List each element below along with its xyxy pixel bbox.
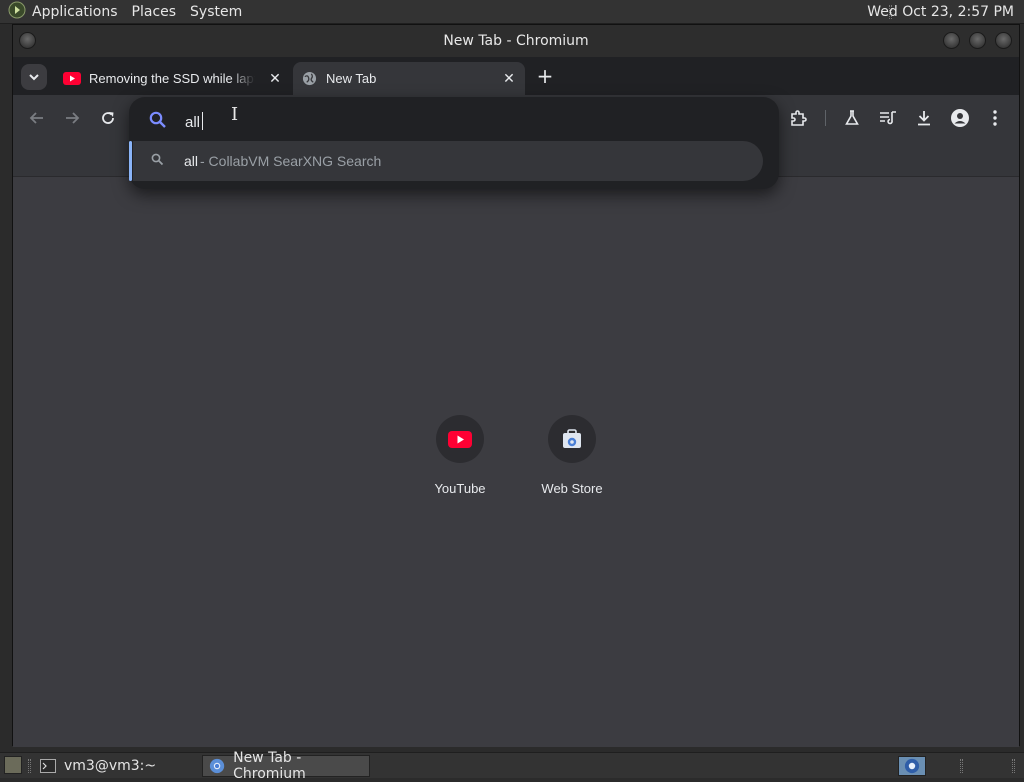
arrow-left-icon	[29, 112, 43, 124]
reload-icon	[102, 112, 114, 124]
puzzle-icon	[791, 110, 807, 126]
menu-places[interactable]: Places	[132, 4, 177, 20]
shortcut-label: YouTube	[434, 481, 486, 496]
profile-button[interactable]	[948, 106, 972, 130]
menu-applications[interactable]: Applications	[8, 1, 118, 23]
chevron-down-icon	[29, 74, 39, 81]
show-desktop-button[interactable]	[4, 756, 22, 774]
menu-system[interactable]: System	[190, 4, 242, 20]
youtube-icon	[448, 430, 472, 448]
chromium-icon	[904, 758, 920, 774]
globe-icon	[302, 71, 317, 86]
minimize-button[interactable]	[943, 32, 960, 49]
flask-icon	[845, 110, 859, 125]
new-tab-page: YouTube Web Store	[13, 177, 1019, 747]
menu-places-label: Places	[131, 4, 177, 20]
tab-youtube[interactable]: Removing the SSD while laptop ✕	[57, 62, 291, 95]
omnibox-suggestion[interactable]: all - CollabVM SearXNG Search	[129, 141, 763, 181]
taskbar-item-terminal[interactable]: vm3@vm3:~	[34, 755, 162, 777]
media-controls-button[interactable]	[876, 106, 900, 130]
terminal-icon	[40, 759, 56, 773]
window-title: New Tab - Chromium	[443, 33, 589, 49]
arrow-right-icon	[66, 112, 80, 124]
toolbar-separator	[825, 110, 826, 126]
more-vert-icon	[993, 110, 997, 126]
address-bar-input[interactable]: all	[185, 112, 204, 131]
maximize-button[interactable]	[969, 32, 986, 49]
address-bar-text: all	[185, 114, 201, 131]
taskbar-item-label: vm3@vm3:~	[64, 758, 157, 774]
top-panel: Applications Places System Wed Oct 23, 2…	[0, 0, 1024, 24]
taskbar-item-label: New Tab - Chromium	[233, 750, 306, 782]
chromium-icon	[209, 758, 225, 774]
labs-button[interactable]	[840, 106, 864, 130]
playlist-music-icon	[880, 111, 896, 125]
panel-grip	[960, 759, 963, 773]
shortcut-icon-circle	[548, 415, 596, 463]
taskbar-item-chromium[interactable]: New Tab - Chromium	[202, 750, 370, 782]
back-button[interactable]	[26, 107, 48, 129]
web-store-icon	[563, 429, 581, 448]
selection-indicator	[129, 141, 132, 181]
window-titlebar[interactable]: New Tab - Chromium	[13, 25, 1019, 57]
new-tab-button[interactable]: +	[534, 66, 556, 88]
panel-grip	[28, 759, 31, 773]
panel-grip	[1012, 759, 1015, 773]
tab-new-tab[interactable]: New Tab ✕	[293, 62, 525, 95]
tray-chromium-icon[interactable]	[898, 756, 926, 776]
browser-window: New Tab - Chromium Removing the SSD whil…	[12, 24, 1020, 747]
gnome-foot-icon	[8, 1, 26, 23]
tab-title: Removing the SSD while laptop	[89, 71, 255, 86]
tab-strip: Removing the SSD while laptop ✕ New Tab …	[13, 57, 1019, 95]
window-menu-button[interactable]	[19, 32, 36, 49]
suggestion-query: all	[184, 153, 199, 169]
avatar-icon	[951, 109, 969, 127]
panel-clock[interactable]: Wed Oct 23, 2:57 PM	[867, 0, 1014, 24]
youtube-icon	[63, 72, 81, 85]
shortcut-youtube[interactable]: YouTube	[404, 415, 516, 505]
search-icon	[149, 111, 167, 133]
tab-close-icon[interactable]: ✕	[267, 70, 283, 86]
top-panel-menus: Applications Places System	[8, 0, 242, 24]
mouse-ibeam-cursor: I	[231, 104, 239, 125]
omnibox-popup: all all - CollabVM SearXNG Search	[129, 97, 779, 189]
menu-button[interactable]	[983, 106, 1007, 130]
menu-applications-label: Applications	[32, 4, 118, 20]
bottom-panel: vm3@vm3:~ New Tab - Chromium	[0, 750, 1024, 782]
extensions-button[interactable]	[786, 106, 810, 130]
tab-close-icon[interactable]: ✕	[501, 70, 517, 86]
close-window-button[interactable]	[995, 32, 1012, 49]
search-icon	[151, 153, 164, 169]
shortcut-label: Web Store	[541, 481, 603, 496]
download-icon	[918, 111, 930, 126]
reload-button[interactable]	[97, 107, 119, 129]
downloads-button[interactable]	[912, 106, 936, 130]
shortcut-icon-circle	[436, 415, 484, 463]
tab-title: New Tab	[326, 71, 377, 86]
shortcut-web-store[interactable]: Web Store	[516, 415, 628, 505]
text-caret	[202, 112, 204, 130]
menu-system-label: System	[190, 4, 243, 20]
suggestion-engine: - CollabVM SearXNG Search	[200, 153, 382, 169]
forward-button[interactable]	[61, 107, 83, 129]
tab-search-button[interactable]	[21, 64, 47, 90]
